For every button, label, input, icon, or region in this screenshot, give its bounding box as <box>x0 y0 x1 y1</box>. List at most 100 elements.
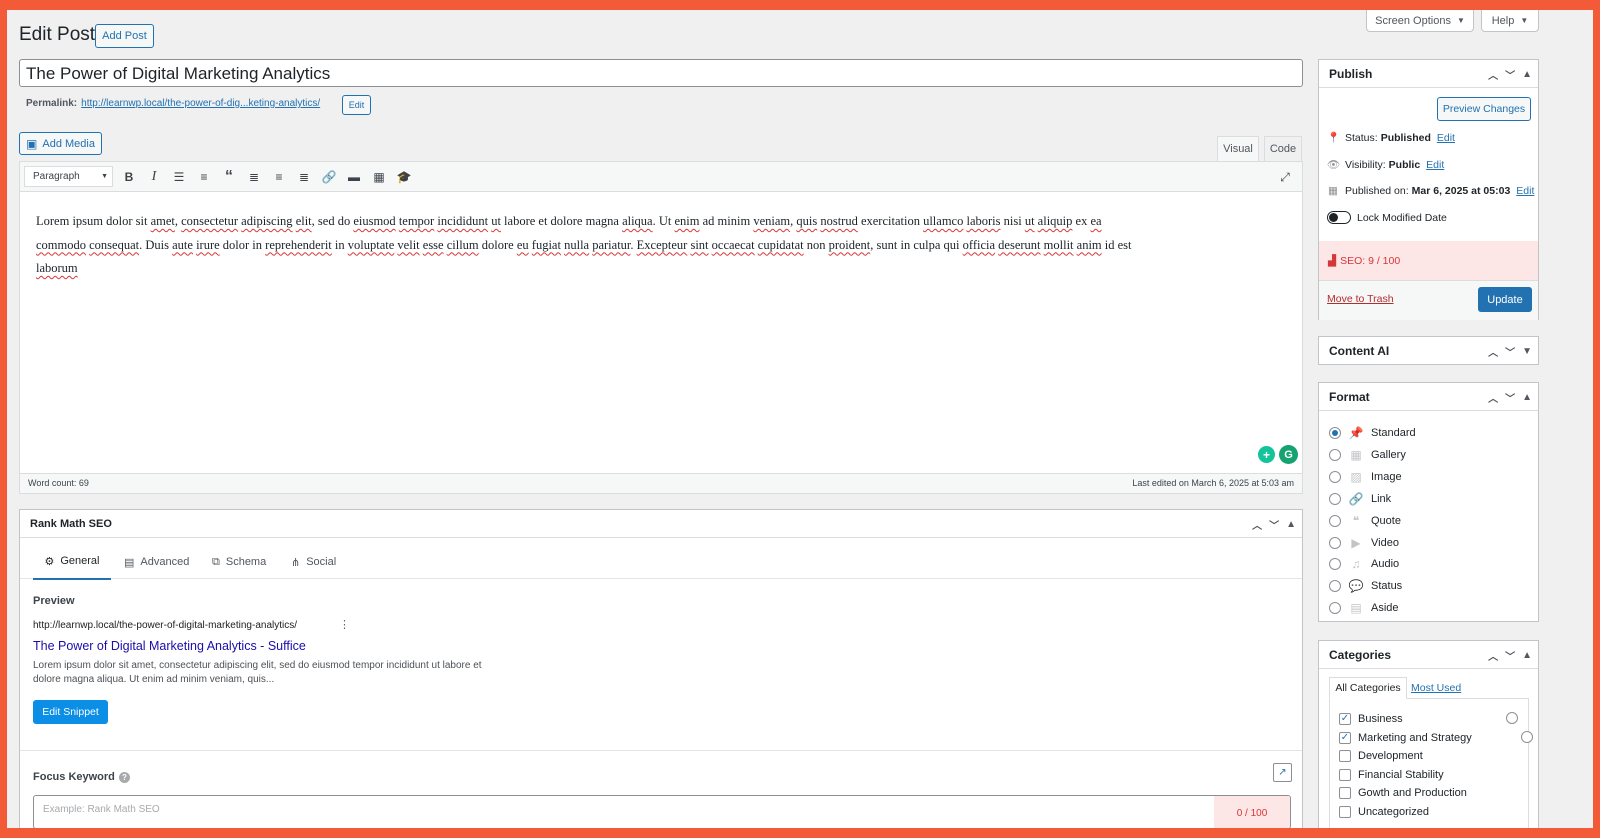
content-ai-header[interactable]: Content AI ︿ ﹀ ▼ <box>1319 337 1538 365</box>
tab-general[interactable]: ⚙ General <box>33 544 111 580</box>
grammarly-icon[interactable]: G <box>1279 445 1298 464</box>
move-up-icon[interactable]: ︿ <box>1252 517 1262 532</box>
format-radio[interactable] <box>1329 602 1341 615</box>
tab-code[interactable]: Code <box>1264 136 1302 161</box>
tab-schema[interactable]: ⧉ Schema <box>212 544 266 580</box>
format-radio[interactable] <box>1329 514 1341 527</box>
toggle-panel-icon[interactable]: ▲ <box>1286 519 1296 530</box>
bulleted-list-icon[interactable]: ☰ <box>168 166 190 188</box>
move-up-icon[interactable]: ︿ <box>1488 390 1498 405</box>
page-title: Edit Post <box>19 24 96 45</box>
kebab-menu-icon[interactable]: ⋮ <box>339 618 350 631</box>
publish-header[interactable]: Publish ︿ ﹀ ▲ <box>1319 60 1538 88</box>
published-edit-link[interactable]: Edit <box>1516 185 1534 197</box>
primary-category-radio[interactable] <box>1521 731 1534 743</box>
category-checkbox[interactable] <box>1339 750 1351 763</box>
category-checkbox[interactable] <box>1339 768 1351 781</box>
screen-options-tab[interactable]: Screen Options ▼ <box>1366 10 1474 32</box>
toggle-panel-icon[interactable]: ▲ <box>1522 69 1532 80</box>
move-to-trash-link[interactable]: Move to Trash <box>1327 293 1394 305</box>
format-option[interactable]: ▤ Aside <box>1329 601 1399 615</box>
category-checkbox[interactable]: ✓ <box>1339 731 1351 744</box>
bold-icon[interactable]: B <box>118 166 140 188</box>
align-center-icon[interactable]: ≡ <box>268 166 290 188</box>
primary-category-radio[interactable] <box>1506 712 1518 724</box>
add-media-button[interactable]: ▣ Add Media <box>19 132 102 155</box>
category-item[interactable]: ✓ Business <box>1339 713 1403 725</box>
blockquote-icon[interactable]: “ <box>218 166 240 188</box>
format-radio[interactable] <box>1329 470 1341 483</box>
format-radio[interactable] <box>1329 492 1341 505</box>
category-item[interactable]: Gowth and Production <box>1339 787 1467 800</box>
academy-cap-icon[interactable]: 🎓 <box>393 166 415 188</box>
format-option[interactable]: 📌 Standard <box>1329 426 1416 440</box>
tab-advanced[interactable]: ▤ Advanced <box>124 544 189 580</box>
format-option[interactable]: 🔗 Link <box>1329 492 1391 506</box>
move-down-icon[interactable]: ﹀ <box>1505 390 1515 405</box>
format-radio[interactable] <box>1329 427 1341 439</box>
format-select[interactable]: Paragraph ▼ <box>24 166 113 187</box>
category-checkbox[interactable] <box>1339 787 1351 800</box>
format-radio[interactable] <box>1329 580 1341 593</box>
tab-visual[interactable]: Visual <box>1217 136 1259 161</box>
permalink-link[interactable]: http://learnwp.local/the-power-of-dig...… <box>81 98 320 109</box>
category-item[interactable]: ✓ Marketing and Strategy <box>1339 731 1472 744</box>
rank-math-header[interactable]: Rank Math SEO ︿ ﹀ ▲ <box>20 510 1302 538</box>
format-radio[interactable] <box>1329 448 1341 461</box>
fullscreen-icon[interactable]: ⤢ <box>1274 166 1296 188</box>
categories-header[interactable]: Categories ︿ ﹀ ▲ <box>1319 641 1538 669</box>
move-up-icon[interactable]: ︿ <box>1488 67 1498 82</box>
category-checkbox[interactable]: ✓ <box>1339 713 1351 725</box>
toggle-panel-icon[interactable]: ▲ <box>1522 650 1532 661</box>
tab-all-categories[interactable]: All Categories <box>1329 677 1407 699</box>
move-up-icon[interactable]: ︿ <box>1488 344 1498 359</box>
category-item[interactable]: Uncategorized <box>1339 806 1429 818</box>
move-down-icon[interactable]: ﹀ <box>1505 67 1515 82</box>
align-left-icon[interactable]: ≣ <box>243 166 265 188</box>
toggle-panel-icon[interactable]: ▲ <box>1522 392 1532 403</box>
update-button[interactable]: Update <box>1478 287 1532 312</box>
toggle-panel-icon[interactable]: ▼ <box>1522 346 1532 357</box>
format-option[interactable]: ▨ Image <box>1329 470 1402 484</box>
format-option[interactable]: ▶ Video <box>1329 536 1399 550</box>
category-item[interactable]: Financial Stability <box>1339 768 1444 781</box>
format-radio[interactable] <box>1329 536 1341 549</box>
permalink-edit-button[interactable]: Edit <box>342 95 371 115</box>
help-tab[interactable]: Help ▼ <box>1481 10 1539 32</box>
insert-link-icon[interactable]: 🔗 <box>318 166 340 188</box>
tab-social[interactable]: ⋔ Social <box>291 544 336 580</box>
edit-snippet-button[interactable]: Edit Snippet <box>33 700 108 724</box>
editor-content[interactable]: Lorem ipsum dolor sit amet, consectetur … <box>36 210 1286 281</box>
flagged-word: laborum <box>36 261 78 275</box>
format-option[interactable]: ♫ Audio <box>1329 557 1399 571</box>
grammarly-add-icon[interactable]: + <box>1258 446 1275 463</box>
format-header[interactable]: Format ︿ ﹀ ▲ <box>1319 383 1538 411</box>
italic-icon[interactable]: I <box>143 166 165 188</box>
flagged-word: deserunt <box>998 237 1041 252</box>
tab-most-used[interactable]: Most Used <box>1411 682 1461 694</box>
preview-changes-button[interactable]: Preview Changes <box>1437 97 1531 121</box>
post-title-input[interactable]: The Power of Digital Marketing Analytics <box>19 59 1303 87</box>
read-more-icon[interactable]: ▬ <box>343 166 365 188</box>
move-down-icon[interactable]: ﹀ <box>1269 517 1279 532</box>
help-icon[interactable]: ? <box>118 771 130 783</box>
category-item[interactable]: Development <box>1339 750 1423 763</box>
trend-chart-icon[interactable]: ↗ <box>1273 763 1292 782</box>
move-up-icon[interactable]: ︿ <box>1488 648 1498 663</box>
format-option[interactable]: ▦ Gallery <box>1329 448 1406 462</box>
category-checkbox[interactable] <box>1339 806 1351 818</box>
numbered-list-icon[interactable]: ≡ <box>193 166 215 188</box>
format-option[interactable]: 💬 Status <box>1329 579 1402 593</box>
format-radio[interactable] <box>1329 558 1341 571</box>
visibility-edit-link[interactable]: Edit <box>1426 159 1444 171</box>
status-edit-link[interactable]: Edit <box>1437 132 1455 144</box>
lock-modified-toggle[interactable] <box>1327 211 1351 224</box>
add-post-button[interactable]: Add Post <box>95 24 154 48</box>
format-option[interactable]: ❝ Quote <box>1329 514 1401 528</box>
serp-title[interactable]: The Power of Digital Marketing Analytics… <box>33 639 306 653</box>
focus-keyword-input[interactable]: Example: Rank Math SEO 0 / 100 <box>33 795 1291 828</box>
move-down-icon[interactable]: ﹀ <box>1505 648 1515 663</box>
align-right-icon[interactable]: ≣ <box>293 166 315 188</box>
toolbar-toggle-icon[interactable]: ▦ <box>368 166 390 188</box>
move-down-icon[interactable]: ﹀ <box>1505 344 1515 359</box>
